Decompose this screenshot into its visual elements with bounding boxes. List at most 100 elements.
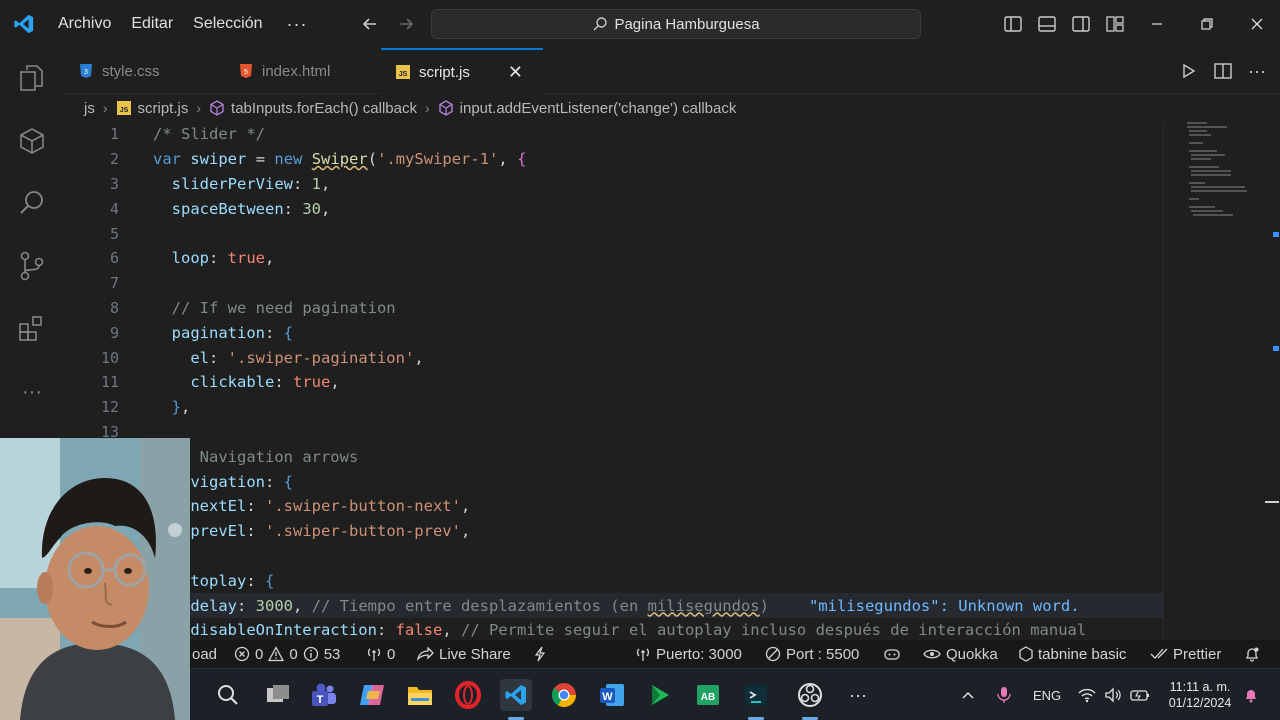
- port-label: Port : 5500: [786, 645, 860, 663]
- svg-text:AB: AB: [701, 692, 715, 703]
- toggle-secondary-sidebar-icon[interactable]: [1066, 8, 1096, 40]
- problems-indicator[interactable]: 0 0 53: [234, 640, 340, 668]
- svg-text:3: 3: [84, 69, 88, 76]
- split-editor-icon[interactable]: [1212, 60, 1234, 82]
- close-window-icon[interactable]: [1232, 0, 1280, 48]
- copilot-app-icon[interactable]: [356, 679, 388, 711]
- copilot-icon[interactable]: [883, 640, 901, 668]
- prettier-button[interactable]: Prettier: [1150, 640, 1221, 668]
- line-number: 6: [109, 249, 119, 268]
- search-text: Pagina Hamburguesa: [614, 15, 760, 33]
- lightning-icon[interactable]: [533, 640, 547, 668]
- tab-index-html[interactable]: 5 index.html: [224, 48, 379, 94]
- tab-script-js[interactable]: JS script.js ✕: [381, 48, 543, 94]
- live-server-port[interactable]: Port : 5500: [765, 640, 859, 668]
- eye-icon: [923, 649, 941, 659]
- extensions-icon[interactable]: [14, 310, 50, 346]
- toggle-panel-icon[interactable]: [1032, 8, 1062, 40]
- ports-indicator[interactable]: 0: [366, 640, 395, 668]
- menu-more-icon[interactable]: ···: [273, 14, 322, 35]
- explorer-icon[interactable]: [14, 60, 50, 96]
- chrome-icon[interactable]: [548, 679, 580, 711]
- line-number: 2: [109, 150, 119, 169]
- toggle-primary-sidebar-icon[interactable]: [998, 8, 1028, 40]
- language-label: ENG: [1033, 687, 1062, 703]
- taskbar-search-icon[interactable]: [212, 679, 244, 711]
- extensions-box-icon[interactable]: [14, 123, 50, 159]
- file-explorer-icon[interactable]: [404, 679, 436, 711]
- source-control-icon[interactable]: [14, 248, 50, 284]
- minimap[interactable]: [1185, 122, 1247, 232]
- code-text: sliderPerView: 1,: [171, 174, 331, 193]
- word-icon[interactable]: W: [596, 679, 628, 711]
- editor-scrollbar-track[interactable]: [1163, 122, 1164, 640]
- search-sidebar-icon[interactable]: [14, 185, 50, 221]
- quick-settings[interactable]: [1078, 669, 1150, 720]
- excel-style-icon[interactable]: AB: [692, 679, 724, 711]
- clock[interactable]: 11:11 a. m. 01/12/2024: [1160, 679, 1240, 711]
- tab-label: script.js: [419, 63, 470, 81]
- quokka-button[interactable]: Quokka: [923, 640, 998, 668]
- code-text: clickable: true,: [190, 373, 340, 392]
- close-tab-icon[interactable]: ✕: [508, 62, 523, 83]
- live-share-button[interactable]: Live Share: [416, 640, 511, 668]
- vscode-taskbar-icon[interactable]: [500, 679, 532, 711]
- breadcrumb-symbol-2[interactable]: input.addEventListener('change') callbac…: [460, 100, 737, 117]
- breadcrumb-folder[interactable]: js: [84, 100, 95, 117]
- show-hidden-icons[interactable]: [960, 669, 978, 720]
- obs-icon[interactable]: [794, 679, 826, 711]
- code-line: disableOnInteraction: false, // Permite …: [64, 618, 1164, 640]
- code-line-current: delay: 3000, // Tiempo entre desplazamie…: [64, 593, 1164, 618]
- js-file-icon: JS: [116, 101, 131, 115]
- notifications-bell-icon[interactable]: [1244, 640, 1260, 668]
- microphone-icon[interactable]: [996, 669, 1014, 720]
- line-number: 8: [109, 298, 119, 317]
- symbol-method-icon: [438, 100, 453, 116]
- menu-editar[interactable]: Editar: [121, 0, 183, 48]
- spell-check-hint: "milisegundos": Unknown word.: [808, 596, 1080, 615]
- minimize-icon[interactable]: [1132, 0, 1182, 48]
- code-text: disableOnInteraction: false, // Permite …: [190, 621, 1087, 640]
- search-icon: [593, 17, 608, 31]
- back-arrow-icon[interactable]: [352, 6, 388, 42]
- status-left-fragment[interactable]: oad: [192, 640, 217, 668]
- notification-icon[interactable]: [1243, 669, 1259, 720]
- terminal-app-icon[interactable]: [740, 679, 772, 711]
- tab-style-css[interactable]: 3 style.css: [64, 48, 224, 94]
- opera-icon[interactable]: [452, 679, 484, 711]
- teams-icon[interactable]: T: [308, 679, 340, 711]
- more-apps-icon[interactable]: ···: [842, 679, 874, 711]
- menu-archivo[interactable]: Archivo: [48, 0, 121, 48]
- customize-layout-icon[interactable]: [1100, 8, 1130, 40]
- run-icon[interactable]: [1178, 60, 1200, 82]
- html-file-icon: 5: [240, 64, 252, 78]
- menu-seleccion[interactable]: Selección: [183, 0, 272, 48]
- code-text: spaceBetween: 30,: [171, 199, 331, 218]
- code-line: 8 // If we need pagination: [64, 296, 1164, 321]
- tabnine-button[interactable]: tabnine basic: [1019, 640, 1126, 668]
- svg-text:5: 5: [244, 69, 248, 76]
- code-editor[interactable]: 1 /* Slider */ 2 var swiper = new Swiper('…: [64, 122, 1164, 640]
- forward-arrow-icon[interactable]: [388, 6, 424, 42]
- code-line: 12 },: [64, 395, 1164, 420]
- task-view-icon[interactable]: [262, 679, 294, 711]
- restore-icon[interactable]: [1182, 0, 1232, 48]
- more-actions-icon[interactable]: ···: [1246, 60, 1268, 82]
- code-line: 1 /* Slider */: [64, 122, 1164, 147]
- breadcrumb-file[interactable]: script.js: [138, 100, 189, 117]
- more-views-icon[interactable]: ···: [14, 374, 50, 410]
- code-line: 3 sliderPerView: 1,: [64, 172, 1164, 197]
- broadcast-icon: [367, 648, 381, 661]
- scroll-marker: [1265, 501, 1279, 503]
- code-line: 11 clickable: true,: [64, 370, 1164, 395]
- code-text: },: [171, 398, 191, 417]
- line-number: 4: [109, 199, 119, 218]
- chevron-right-icon: ›: [102, 100, 108, 116]
- language-indicator[interactable]: ENG: [1033, 669, 1061, 720]
- error-count: 0: [255, 645, 264, 663]
- command-center-search[interactable]: Pagina Hamburguesa: [431, 9, 921, 39]
- media-player-icon[interactable]: [644, 679, 676, 711]
- breadcrumb-symbol-1[interactable]: tabInputs.forEach() callback: [231, 100, 417, 117]
- puerto-indicator[interactable]: Puerto: 3000: [635, 640, 742, 668]
